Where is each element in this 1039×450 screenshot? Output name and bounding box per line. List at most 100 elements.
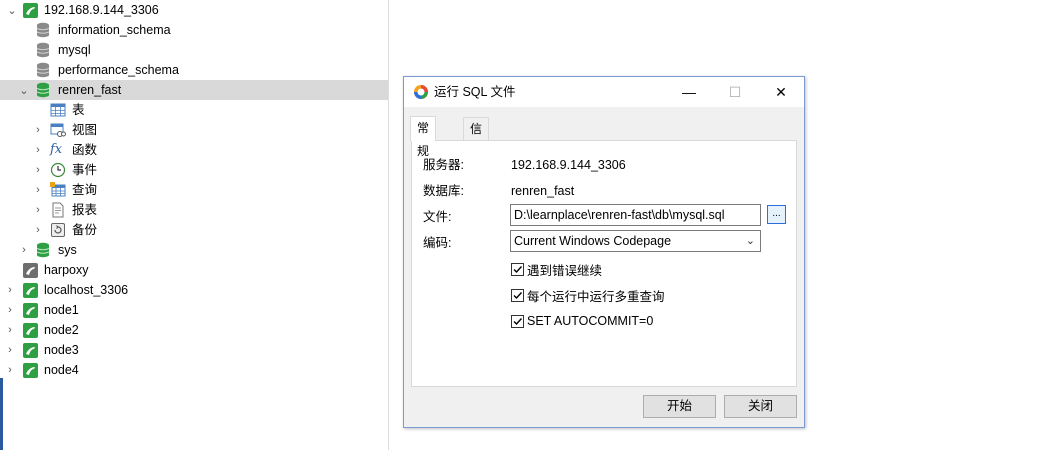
- database-value: renren_fast: [511, 184, 575, 198]
- mysql-connection-icon: [23, 262, 38, 278]
- checkbox-box[interactable]: [511, 262, 524, 276]
- tree-db-information-schema[interactable]: information_schema: [0, 20, 388, 40]
- mysql-connection-icon: [23, 342, 38, 358]
- checkbox-box[interactable]: [511, 288, 524, 302]
- mysql-connection-icon: [23, 362, 38, 378]
- chevron-right-icon[interactable]: ›: [32, 140, 44, 160]
- database-label: performance_schema: [58, 63, 179, 77]
- tree-connection-localhost[interactable]: › localhost_3306: [0, 280, 388, 300]
- query-icon: [50, 182, 66, 198]
- navicat-logo-icon: [413, 84, 429, 100]
- mysql-connection-icon: [23, 322, 38, 338]
- continue-on-error-checkbox[interactable]: 遇到错误继续: [511, 261, 603, 278]
- database-label: renren_fast: [58, 83, 122, 97]
- close-window-button[interactable]: ✕: [758, 77, 804, 107]
- clock-icon: [50, 162, 66, 178]
- close-button[interactable]: 关闭: [724, 395, 797, 418]
- chevron-right-icon[interactable]: ›: [32, 200, 44, 220]
- connection-label: node2: [44, 323, 79, 337]
- connection-label: node3: [44, 343, 79, 357]
- tree-node-tables[interactable]: 表: [0, 100, 388, 120]
- database-label: sys: [58, 243, 77, 257]
- server-value: 192.168.9.144_3306: [511, 158, 626, 172]
- tree-connection-node4[interactable]: › node4: [0, 360, 388, 380]
- dialog-title: 运行 SQL 文件: [434, 85, 516, 99]
- mysql-connection-icon: [23, 282, 38, 298]
- tree-node-reports[interactable]: › 报表: [0, 200, 388, 220]
- chevron-right-icon[interactable]: ›: [4, 300, 16, 320]
- tree-connection-node2[interactable]: › node2: [0, 320, 388, 340]
- chevron-down-icon: ⌄: [745, 235, 755, 247]
- database-open-icon: [36, 82, 52, 98]
- chevron-down-icon[interactable]: ⌄: [18, 80, 30, 100]
- chevron-right-icon[interactable]: ›: [32, 180, 44, 200]
- chevron-right-icon[interactable]: ›: [4, 320, 16, 340]
- checkbox-label: 遇到错误继续: [527, 263, 603, 278]
- view-icon: [50, 122, 66, 138]
- chevron-right-icon[interactable]: ›: [32, 160, 44, 180]
- checkbox-label: 每个运行中运行多重查询: [527, 289, 665, 304]
- report-icon: [50, 202, 66, 218]
- tree-node-label: 视图: [72, 123, 98, 137]
- tree-connection-node1[interactable]: › node1: [0, 300, 388, 320]
- checkbox-box[interactable]: [511, 314, 524, 328]
- tree-db-mysql[interactable]: mysql: [0, 40, 388, 60]
- tree-node-label: 备份: [72, 223, 98, 237]
- mysql-connection-icon: [23, 302, 38, 318]
- connection-tree: ⌄ 192.168.9.144_3306 information_schema …: [0, 0, 389, 450]
- chevron-right-icon[interactable]: ›: [18, 240, 30, 260]
- table-icon: [50, 102, 66, 118]
- encoding-select[interactable]: Current Windows Codepage ⌄: [510, 230, 761, 252]
- connection-label: node4: [44, 363, 79, 377]
- tree-node-views[interactable]: › 视图: [0, 120, 388, 140]
- tree-node-label: 报表: [72, 203, 98, 217]
- window-edge-accent: [0, 378, 3, 450]
- checkbox-label: SET AUTOCOMMIT=0: [527, 314, 654, 328]
- chevron-right-icon[interactable]: ›: [4, 280, 16, 300]
- tree-node-functions[interactable]: › fx 函数: [0, 140, 388, 160]
- file-path-input[interactable]: D:\learnplace\renren-fast\db\mysql.sql: [510, 204, 761, 226]
- database-label: information_schema: [58, 23, 171, 37]
- multiple-queries-checkbox[interactable]: 每个运行中运行多重查询: [511, 287, 665, 304]
- tree-connection-harpoxy[interactable]: harpoxy: [0, 260, 388, 280]
- chevron-right-icon[interactable]: ›: [4, 360, 16, 380]
- tab-general[interactable]: 常规: [410, 116, 437, 158]
- tree-db-performance-schema[interactable]: performance_schema: [0, 60, 388, 80]
- tree-node-label: 查询: [72, 183, 98, 197]
- chevron-right-icon[interactable]: ›: [32, 120, 44, 140]
- autocommit-checkbox[interactable]: SET AUTOCOMMIT=0: [511, 313, 653, 329]
- run-sql-file-dialog: 运行 SQL 文件 — ☐ ✕ 常规 信息日志 服务器: 192.168.9.1…: [403, 76, 805, 428]
- tree-connection-192[interactable]: ⌄ 192.168.9.144_3306: [0, 0, 388, 20]
- tree-db-renren-fast[interactable]: ⌄ renren_fast: [0, 80, 388, 100]
- function-icon: fx: [50, 142, 63, 157]
- connection-label: localhost_3306: [44, 283, 129, 297]
- minimize-button[interactable]: —: [666, 77, 712, 107]
- dialog-titlebar[interactable]: 运行 SQL 文件 — ☐ ✕: [404, 77, 804, 107]
- backup-icon: [50, 222, 66, 238]
- server-label: 服务器:: [423, 158, 464, 172]
- tree-node-backups[interactable]: › 备份: [0, 220, 388, 240]
- chevron-down-icon[interactable]: ⌄: [6, 0, 18, 20]
- file-label: 文件:: [423, 210, 452, 224]
- tree-node-label: 表: [72, 103, 85, 117]
- general-panel: 服务器: 192.168.9.144_3306 数据库: renren_fast…: [411, 140, 797, 387]
- connection-label: 192.168.9.144_3306: [44, 3, 159, 17]
- browse-file-button[interactable]: ...: [767, 205, 786, 224]
- maximize-button[interactable]: ☐: [712, 77, 758, 107]
- chevron-right-icon[interactable]: ›: [4, 340, 16, 360]
- encoding-value: Current Windows Codepage: [514, 234, 672, 248]
- database-icon: [36, 42, 52, 58]
- database-label: 数据库:: [423, 184, 464, 198]
- tree-connection-node3[interactable]: › node3: [0, 340, 388, 360]
- tree-db-sys[interactable]: › sys: [0, 240, 388, 260]
- chevron-right-icon[interactable]: ›: [32, 220, 44, 240]
- tree-node-label: 函数: [72, 143, 98, 157]
- encoding-label: 编码:: [423, 236, 452, 250]
- tree-node-queries[interactable]: › 查询: [0, 180, 388, 200]
- connection-label: harpoxy: [44, 263, 89, 277]
- file-path-value: D:\learnplace\renren-fast\db\mysql.sql: [514, 208, 725, 222]
- tab-message-log[interactable]: 信息日志: [463, 117, 490, 205]
- tree-node-events[interactable]: › 事件: [0, 160, 388, 180]
- tree-node-label: 事件: [72, 163, 98, 177]
- start-button[interactable]: 开始: [643, 395, 716, 418]
